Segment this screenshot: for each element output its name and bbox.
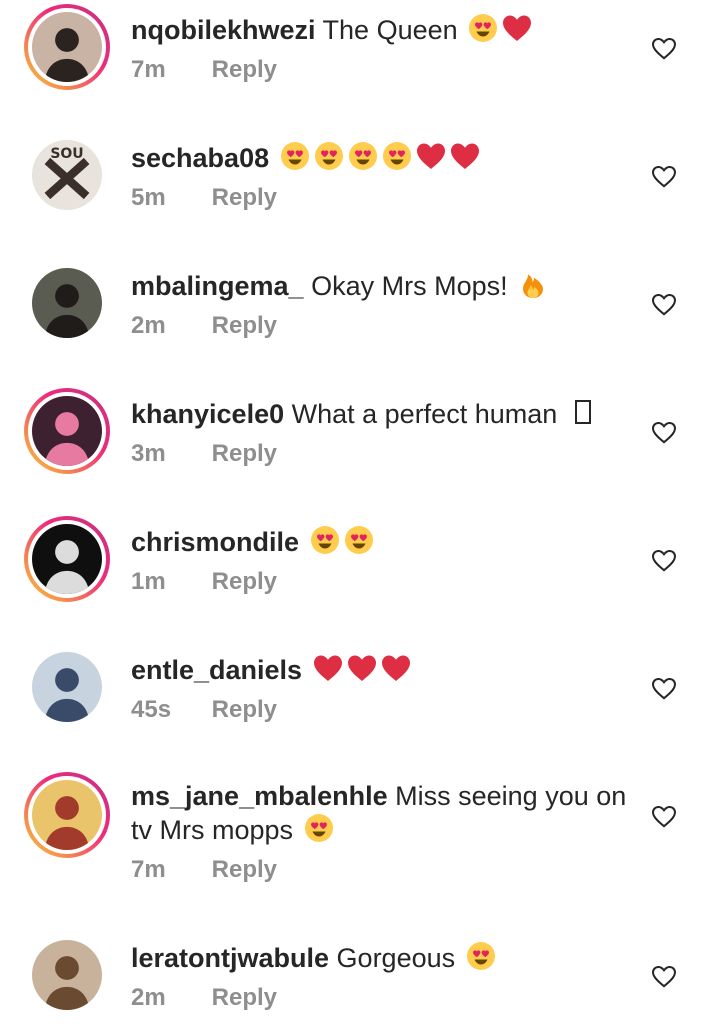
comment-time: 1m [131, 568, 166, 595]
heart-eyes-icon [343, 524, 375, 556]
comment-text-line-2: tv Mrs mopps [131, 812, 636, 846]
comment-text-line: khanyicele0 What a perfect human [131, 396, 636, 430]
like-heart-icon[interactable] [650, 962, 678, 990]
avatar[interactable] [24, 260, 110, 346]
comment-text-line: nqobilekhwezi The Queen [131, 12, 636, 46]
reply-button[interactable]: Reply [212, 312, 277, 339]
comment-text: What a perfect human [291, 399, 558, 429]
missing-glyph-icon [567, 396, 599, 428]
emoji-group [463, 940, 497, 973]
comment-text-line: sechaba08 [131, 140, 636, 174]
comment-meta: 45s Reply [131, 696, 636, 724]
avatar[interactable] [24, 644, 110, 730]
comment-text: The Queen [322, 15, 458, 45]
like-heart-icon[interactable] [650, 162, 678, 190]
comment-meta: 2m Reply [131, 312, 636, 340]
comment-username[interactable]: entle_daniels [131, 655, 302, 685]
avatar[interactable] [24, 516, 110, 602]
reply-button[interactable]: Reply [212, 184, 277, 211]
comment-meta: 5m Reply [131, 184, 636, 212]
heart-eyes-icon [381, 140, 413, 172]
comment-username[interactable]: nqobilekhwezi [131, 15, 316, 45]
red-heart-icon [415, 140, 447, 172]
emoji-group [565, 399, 599, 429]
comment-username[interactable]: khanyicele0 [131, 399, 284, 429]
comment-time: 45s [131, 696, 172, 723]
heart-eyes-icon [313, 140, 345, 172]
comment-text-line: chrismondile [131, 524, 636, 558]
avatar-image [32, 780, 102, 850]
comment-text-line: leratontjwabule Gorgeous [131, 940, 636, 974]
like-heart-icon[interactable] [650, 546, 678, 574]
comment-time: 5m [131, 184, 166, 211]
comment-username[interactable]: mbalingema_ [131, 271, 304, 301]
avatar[interactable] [24, 388, 110, 474]
reply-button[interactable]: Reply [212, 568, 277, 595]
emoji-group [310, 655, 412, 685]
reply-button[interactable]: Reply [212, 856, 277, 883]
comment-text-line: entle_daniels [131, 652, 636, 686]
comment-username[interactable]: chrismondile [131, 527, 299, 557]
comment-meta: 7m Reply [131, 56, 636, 84]
emoji-group [465, 12, 533, 45]
emoji-group [515, 271, 549, 301]
heart-eyes-icon [347, 140, 379, 172]
comment-time: 2m [131, 312, 166, 339]
comment-username[interactable]: sechaba08 [131, 143, 269, 173]
red-heart-icon [380, 652, 412, 684]
avatar-image [32, 940, 102, 1010]
comment-text: Miss seeing you on [395, 781, 627, 811]
comment-username[interactable]: leratontjwabule [131, 943, 329, 973]
svg-text:SOU: SOU [50, 146, 83, 162]
heart-eyes-icon [309, 524, 341, 556]
comment-list: nqobilekhwezi The Queen 7m Reply SOU sec… [0, 0, 720, 1035]
comment-username[interactable]: ms_jane_mbalenhle [131, 781, 388, 811]
comment-text-line: ms_jane_mbalenhle Miss seeing you on [131, 780, 636, 812]
avatar[interactable] [24, 932, 110, 1018]
reply-button[interactable]: Reply [212, 440, 277, 467]
avatar-image [32, 524, 102, 594]
avatar-image [32, 12, 102, 82]
heart-eyes-icon [279, 140, 311, 172]
comment-meta: 2m Reply [131, 984, 636, 1012]
comment-meta: 3m Reply [131, 440, 636, 468]
avatar-image [32, 268, 102, 338]
comment-text: Gorgeous [336, 943, 456, 973]
reply-button[interactable]: Reply [212, 984, 277, 1011]
comment-time: 2m [131, 984, 166, 1011]
comment-meta: 7m Reply [131, 856, 636, 884]
red-heart-icon [346, 652, 378, 684]
reply-button[interactable]: Reply [212, 56, 277, 83]
comment-time: 3m [131, 440, 166, 467]
fire-icon [517, 268, 549, 300]
comment-meta: 1m Reply [131, 568, 636, 596]
avatar[interactable] [24, 772, 110, 858]
comment-time: 7m [131, 56, 166, 83]
like-heart-icon[interactable] [650, 34, 678, 62]
avatar-image [32, 396, 102, 466]
comment-text: Okay Mrs Mops! [311, 271, 508, 301]
heart-eyes-icon [303, 812, 335, 844]
like-heart-icon[interactable] [650, 674, 678, 702]
heart-eyes-icon [467, 12, 499, 44]
emoji-group [301, 812, 335, 845]
avatar-image: SOU [32, 140, 102, 210]
avatar[interactable]: SOU [24, 132, 110, 218]
comment-text-continued: tv Mrs mopps [131, 815, 294, 845]
avatar-image [32, 652, 102, 722]
red-heart-icon [312, 652, 344, 684]
red-heart-icon [449, 140, 481, 172]
like-heart-icon[interactable] [650, 418, 678, 446]
comment-time: 7m [131, 856, 166, 883]
reply-button[interactable]: Reply [212, 696, 277, 723]
red-heart-icon [501, 12, 533, 44]
heart-eyes-icon [465, 940, 497, 972]
like-heart-icon[interactable] [650, 802, 678, 830]
emoji-group [307, 524, 375, 557]
emoji-group [277, 140, 481, 173]
comment-text-line: mbalingema_ Okay Mrs Mops! [131, 268, 636, 302]
like-heart-icon[interactable] [650, 290, 678, 318]
avatar[interactable] [24, 4, 110, 90]
